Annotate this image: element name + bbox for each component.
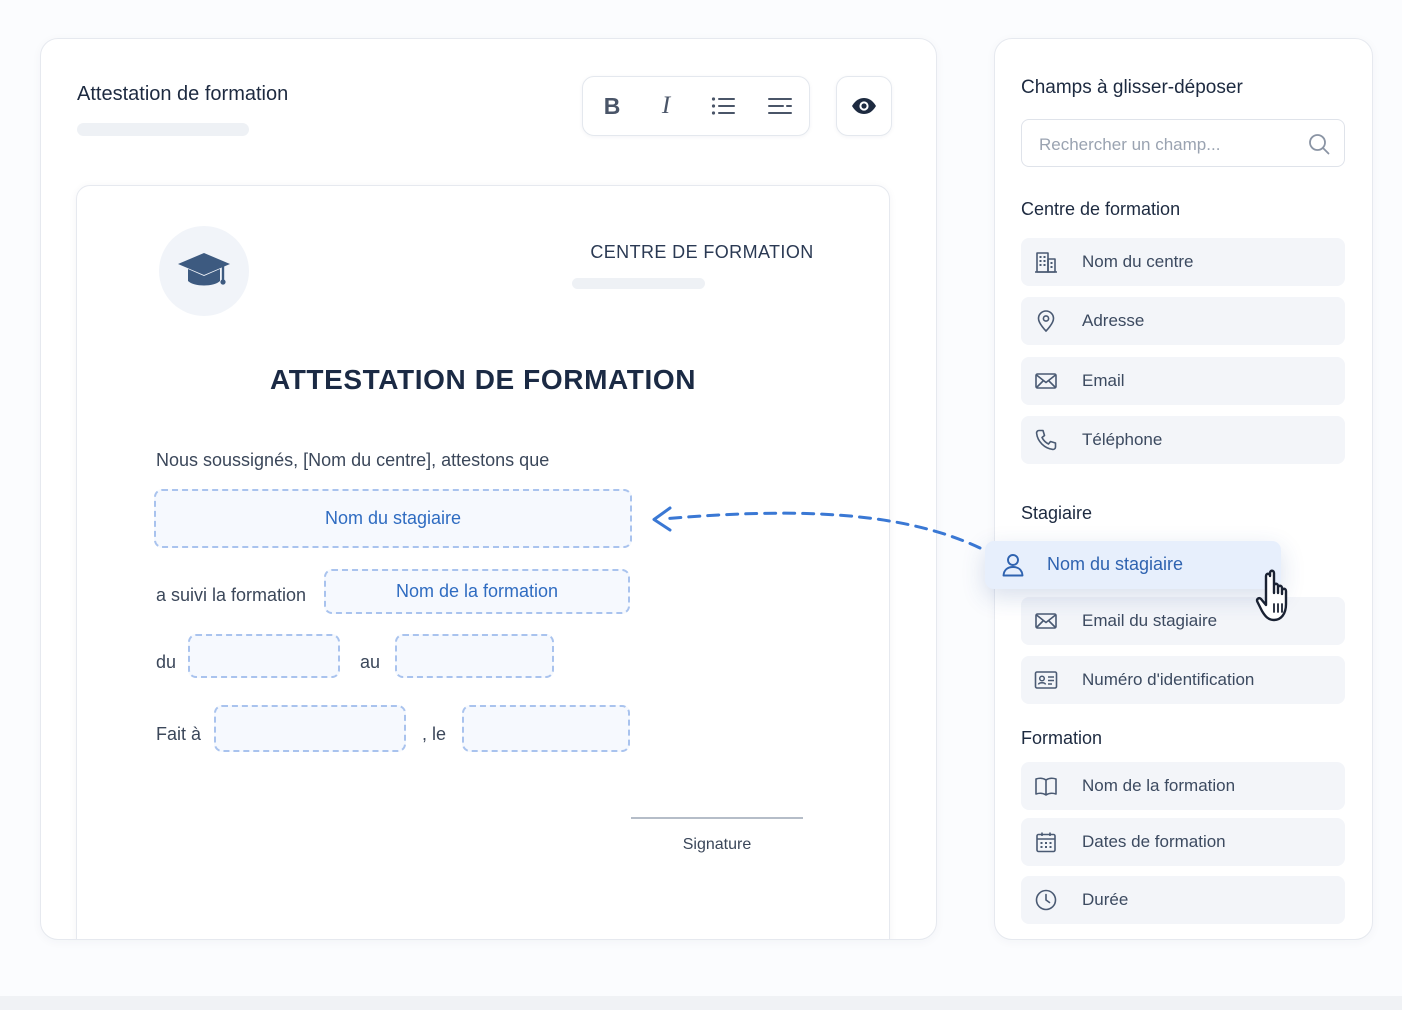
field-nom-de-la-formation[interactable]: Nom de la formation [1021, 762, 1345, 810]
editor-panel: Attestation de formation B I CENTRE DE F… [40, 38, 937, 940]
field-dates-de-formation[interactable]: Dates de formation [1021, 818, 1345, 866]
envelope-icon [1035, 613, 1057, 629]
signature-label: Signature [682, 836, 752, 853]
align-button[interactable] [760, 86, 800, 126]
field-duree[interactable]: Durée [1021, 876, 1345, 924]
italic-icon: I [661, 92, 671, 119]
field-label: Adresse [1082, 311, 1145, 330]
date-end-drop-zone[interactable] [395, 634, 554, 678]
centre-placeholder-bar [572, 278, 705, 289]
field-label: Nom de la formation [1082, 776, 1236, 795]
intro-text: Nous soussignés, [Nom du centre], attest… [156, 450, 550, 470]
fait-label: Fait à [156, 724, 202, 744]
field-label: Durée [1082, 890, 1129, 909]
drag-arrow [652, 506, 982, 550]
hand-pointer-icon [1255, 569, 1288, 622]
editor-title: Attestation de formation [77, 83, 289, 105]
field-label: Email du stagiaire [1082, 611, 1218, 630]
field-label: Dates de formation [1082, 832, 1226, 851]
signature-line [631, 817, 803, 819]
search-icon[interactable] [1308, 133, 1330, 155]
format-toolbar: B I [582, 76, 810, 136]
date-start-drop-zone[interactable] [188, 634, 340, 678]
document-heading: ATTESTATION DE FORMATION [269, 364, 697, 395]
id-card-icon [1034, 671, 1058, 689]
section-title-stagiaire: Stagiaire [1021, 503, 1093, 523]
du-label: du [156, 652, 177, 672]
clock-icon [1035, 889, 1057, 911]
field-label: Nom du centre [1082, 252, 1194, 271]
centre-title: CENTRE DE FORMATION [590, 242, 814, 262]
followed-label: a suivi la formation [156, 585, 307, 605]
field-email[interactable]: Email [1021, 357, 1345, 405]
book-icon [1035, 777, 1057, 796]
building-icon [1035, 252, 1057, 273]
field-numero-identification[interactable]: Numéro d'identification [1021, 656, 1345, 704]
field-adresse[interactable]: Adresse [1021, 297, 1345, 345]
field-label: Téléphone [1082, 430, 1163, 449]
bottom-band [0, 996, 1402, 1010]
bold-icon: B [603, 92, 621, 119]
bulleted-list-button[interactable] [703, 86, 743, 126]
align-icon [768, 98, 792, 114]
calendar-icon [1036, 832, 1056, 853]
fields-panel-title: Champs à glisser-déposer [1021, 77, 1243, 98]
graduation-cap-icon [178, 253, 230, 286]
dragged-field-nom-du-stagiaire[interactable]: Nom du stagiaire [985, 541, 1281, 589]
formation-drop-zone[interactable]: Nom de la formation [324, 569, 630, 614]
document-page: CENTRE DE FORMATION ATTESTATION DE FORMA… [76, 185, 890, 939]
preview-button[interactable] [836, 76, 892, 136]
slot-label: Nom du stagiaire [324, 508, 462, 528]
logo [159, 226, 249, 316]
envelope-icon [1035, 373, 1057, 389]
fields-panel: Champs à glisser-déposer Centre de forma… [994, 38, 1373, 940]
stagiaire-drop-zone[interactable]: Nom du stagiaire [154, 489, 632, 548]
section-title-formation: Formation [1021, 728, 1103, 748]
au-label: au [360, 652, 381, 672]
field-label: Email [1082, 371, 1125, 390]
user-icon [1002, 554, 1024, 577]
field-nom-du-centre[interactable]: Nom du centre [1021, 238, 1345, 286]
section-title-centre: Centre de formation [1021, 199, 1181, 219]
location-pin-icon [1037, 310, 1055, 333]
slot-label: Nom de la formation [395, 581, 559, 601]
eye-icon [852, 98, 876, 114]
le-label: , le [422, 724, 447, 744]
field-telephone[interactable]: Téléphone [1021, 416, 1345, 464]
bulleted-list-icon [711, 97, 735, 115]
field-label: Numéro d'identification [1082, 670, 1255, 689]
bold-button[interactable]: B [592, 86, 632, 126]
phone-icon [1035, 429, 1057, 451]
search-input[interactable] [1037, 132, 1301, 158]
search-box [1021, 119, 1345, 167]
field-label: Nom du stagiaire [1047, 554, 1184, 574]
date-drop-zone[interactable] [462, 705, 630, 752]
italic-button[interactable]: I [646, 86, 686, 126]
place-drop-zone[interactable] [214, 705, 406, 752]
title-placeholder-bar [77, 123, 249, 136]
